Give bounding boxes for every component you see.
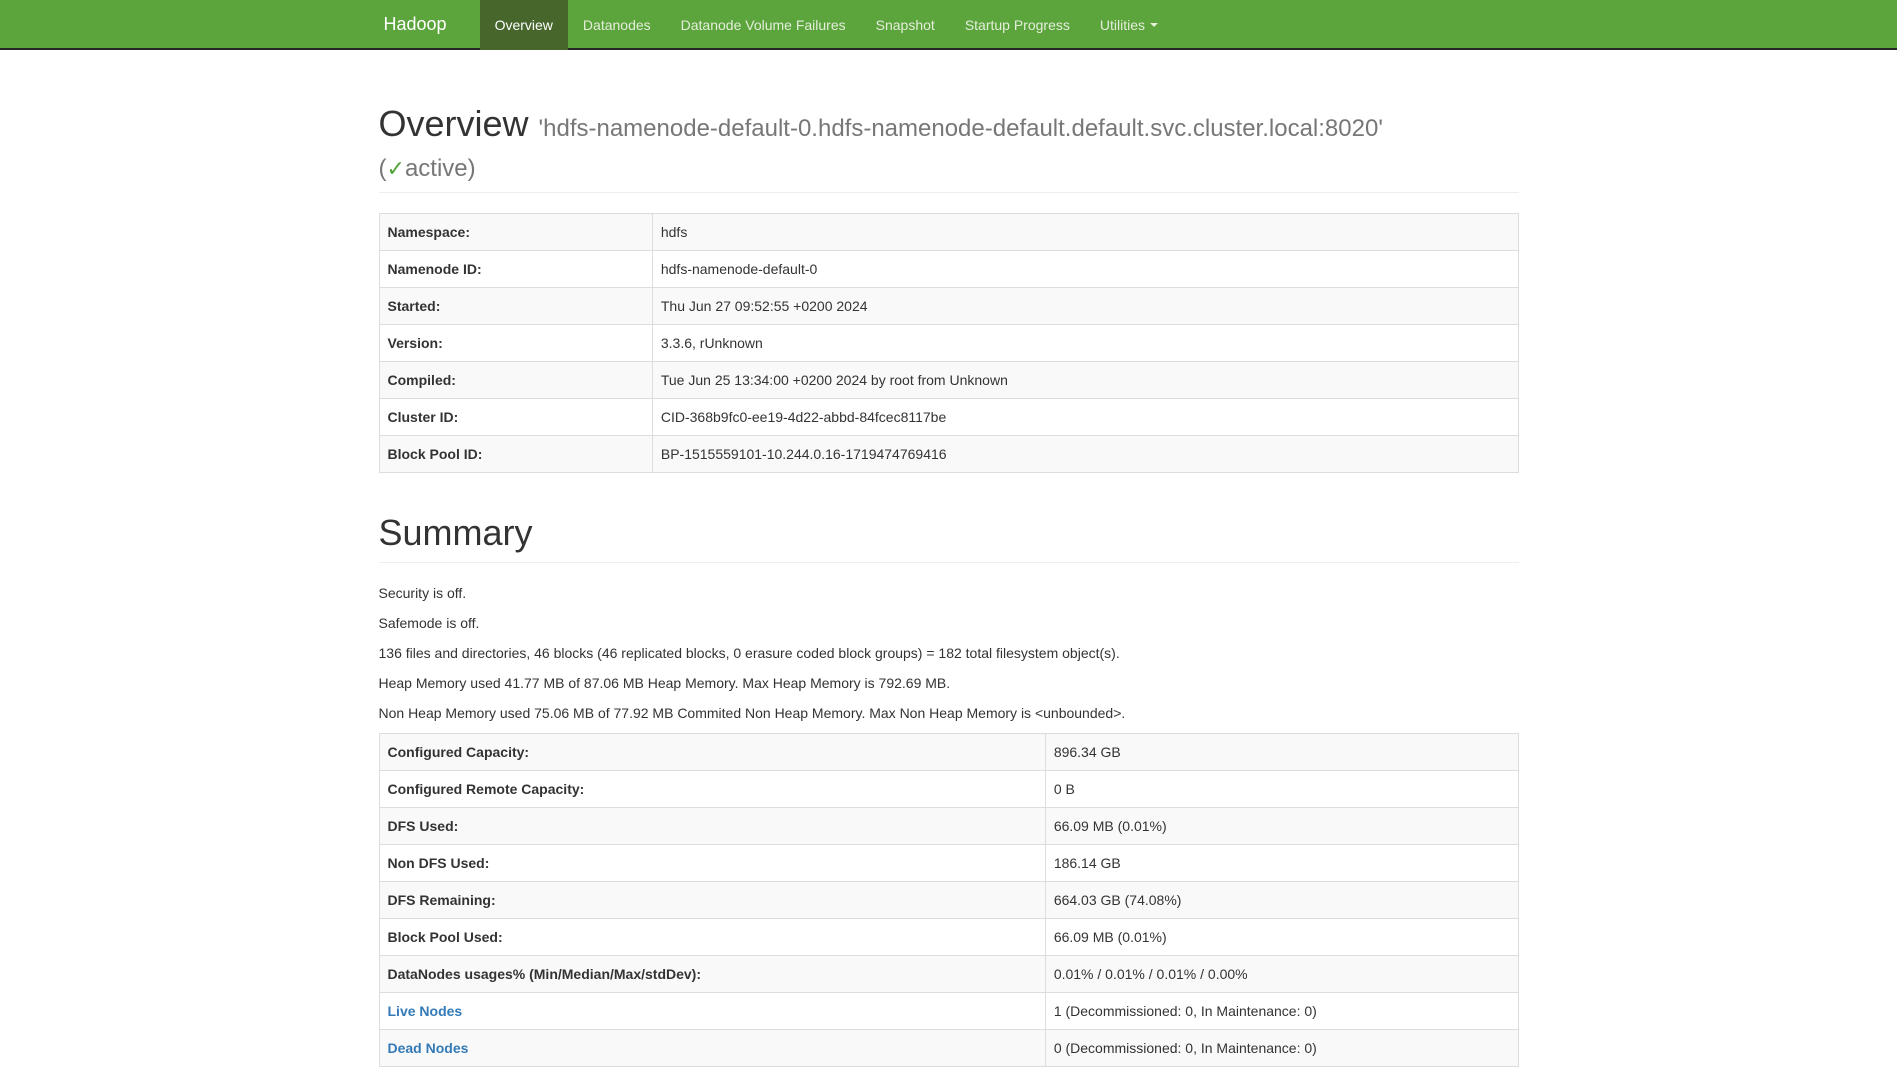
row-value: Tue Jun 25 13:34:00 +0200 2024 by root f…	[652, 362, 1518, 399]
table-row: DFS Remaining: 664.03 GB (74.08%)	[379, 881, 1518, 918]
summary-line-filesystem-objects: 136 files and directories, 46 blocks (46…	[379, 643, 1519, 663]
summary-line-security: Security is off.	[379, 583, 1519, 603]
row-value: 0.01% / 0.01% / 0.01% / 0.00%	[1045, 955, 1518, 992]
nav-item-label: Overview	[495, 15, 553, 35]
nav-item-startup-progress[interactable]: Startup Progress	[950, 0, 1085, 50]
nav-item-datanode-volume-failures[interactable]: Datanode Volume Failures	[666, 0, 861, 50]
summary-line-non-heap-memory: Non Heap Memory used 75.06 MB of 77.92 M…	[379, 703, 1519, 723]
table-row: DFS Used: 66.09 MB (0.01%)	[379, 807, 1518, 844]
row-value: BP-1515559101-10.244.0.16-1719474769416	[652, 436, 1518, 473]
table-row: Non DFS Used: 186.14 GB	[379, 844, 1518, 881]
nav-item-overview[interactable]: Overview	[480, 0, 568, 50]
nav-item-label: Datanodes	[583, 15, 651, 35]
row-label: Live Nodes	[379, 992, 1045, 1029]
row-value: 664.03 GB (74.08%)	[1045, 881, 1518, 918]
nav-item-label: Utilities	[1100, 15, 1145, 35]
row-label: Block Pool Used:	[379, 918, 1045, 955]
table-row: Dead Nodes 0 (Decommissioned: 0, In Main…	[379, 1029, 1518, 1066]
live-nodes-link[interactable]: Live Nodes	[388, 1003, 463, 1019]
nav-item-datanodes[interactable]: Datanodes	[568, 0, 666, 50]
main-nav: Overview Datanodes Datanode Volume Failu…	[480, 0, 1173, 50]
row-value: 66.09 MB (0.01%)	[1045, 918, 1518, 955]
row-label: Configured Capacity:	[379, 733, 1045, 770]
main-content: Overview 'hdfs-namenode-default-0.hdfs-n…	[379, 50, 1519, 1067]
row-label: DFS Used:	[379, 807, 1045, 844]
row-value: hdfs	[652, 214, 1518, 251]
row-value: Thu Jun 27 09:52:55 +0200 2024	[652, 288, 1518, 325]
row-value: 3.3.6, rUnknown	[652, 325, 1518, 362]
caret-down-icon	[1150, 23, 1158, 27]
active-check-icon: ✓	[387, 156, 405, 181]
overview-page-header: Overview 'hdfs-namenode-default-0.hdfs-n…	[379, 104, 1519, 193]
table-row: Live Nodes 1 (Decommissioned: 0, In Main…	[379, 992, 1518, 1029]
row-value: CID-368b9fc0-ee19-4d22-abbd-84fcec8117be	[652, 399, 1518, 436]
row-value: 186.14 GB	[1045, 844, 1518, 881]
navbar-inner: Hadoop Overview Datanodes Datanode Volum…	[379, 0, 1519, 50]
brand-link[interactable]: Hadoop	[379, 0, 462, 50]
page-title: Overview 'hdfs-namenode-default-0.hdfs-n…	[379, 104, 1519, 183]
summary-title: Summary	[379, 513, 1519, 553]
summary-paragraphs: Security is off. Safemode is off. 136 fi…	[379, 583, 1519, 723]
row-value: 1 (Decommissioned: 0, In Maintenance: 0)	[1045, 992, 1518, 1029]
table-row: Version: 3.3.6, rUnknown	[379, 325, 1518, 362]
row-label: Non DFS Used:	[379, 844, 1045, 881]
table-row: Block Pool ID: BP-1515559101-10.244.0.16…	[379, 436, 1518, 473]
table-row: Started: Thu Jun 27 09:52:55 +0200 2024	[379, 288, 1518, 325]
row-label: DFS Remaining:	[379, 881, 1045, 918]
summary-table: Configured Capacity: 896.34 GB Configure…	[379, 733, 1519, 1067]
state-open-paren: (	[379, 155, 387, 182]
row-label: Cluster ID:	[379, 399, 652, 436]
page-title-text: Overview	[379, 103, 529, 144]
table-row: Configured Capacity: 896.34 GB	[379, 733, 1518, 770]
navbar: Hadoop Overview Datanodes Datanode Volum…	[0, 0, 1897, 50]
namenode-address: 'hdfs-namenode-default-0.hdfs-namenode-d…	[539, 115, 1383, 142]
row-label: Namenode ID:	[379, 251, 652, 288]
row-label: Configured Remote Capacity:	[379, 770, 1045, 807]
nav-item-utilities-dropdown[interactable]: Utilities	[1085, 0, 1173, 50]
table-row: Compiled: Tue Jun 25 13:34:00 +0200 2024…	[379, 362, 1518, 399]
summary-line-safemode: Safemode is off.	[379, 613, 1519, 633]
table-row: Namenode ID: hdfs-namenode-default-0	[379, 251, 1518, 288]
row-value: 66.09 MB (0.01%)	[1045, 807, 1518, 844]
row-value: 0 (Decommissioned: 0, In Maintenance: 0)	[1045, 1029, 1518, 1066]
row-label: Compiled:	[379, 362, 652, 399]
namenode-state: active)	[405, 155, 476, 182]
row-label: Version:	[379, 325, 652, 362]
dead-nodes-link[interactable]: Dead Nodes	[388, 1040, 469, 1056]
table-row: Namespace: hdfs	[379, 214, 1518, 251]
row-value: 0 B	[1045, 770, 1518, 807]
row-label: Dead Nodes	[379, 1029, 1045, 1066]
summary-page-header: Summary	[379, 513, 1519, 563]
nav-item-label: Datanode Volume Failures	[681, 15, 846, 35]
table-row: DataNodes usages% (Min/Median/Max/stdDev…	[379, 955, 1518, 992]
row-label: Block Pool ID:	[379, 436, 652, 473]
row-label: DataNodes usages% (Min/Median/Max/stdDev…	[379, 955, 1045, 992]
table-row: Cluster ID: CID-368b9fc0-ee19-4d22-abbd-…	[379, 399, 1518, 436]
summary-line-heap-memory: Heap Memory used 41.77 MB of 87.06 MB He…	[379, 673, 1519, 693]
row-label: Started:	[379, 288, 652, 325]
nav-item-snapshot[interactable]: Snapshot	[861, 0, 950, 50]
nav-item-label: Startup Progress	[965, 15, 1070, 35]
row-value: 896.34 GB	[1045, 733, 1518, 770]
table-row: Configured Remote Capacity: 0 B	[379, 770, 1518, 807]
nav-item-label: Snapshot	[876, 15, 935, 35]
row-label: Namespace:	[379, 214, 652, 251]
namenode-info-table: Namespace: hdfs Namenode ID: hdfs-nameno…	[379, 213, 1519, 473]
row-value: hdfs-namenode-default-0	[652, 251, 1518, 288]
table-row: Block Pool Used: 66.09 MB (0.01%)	[379, 918, 1518, 955]
